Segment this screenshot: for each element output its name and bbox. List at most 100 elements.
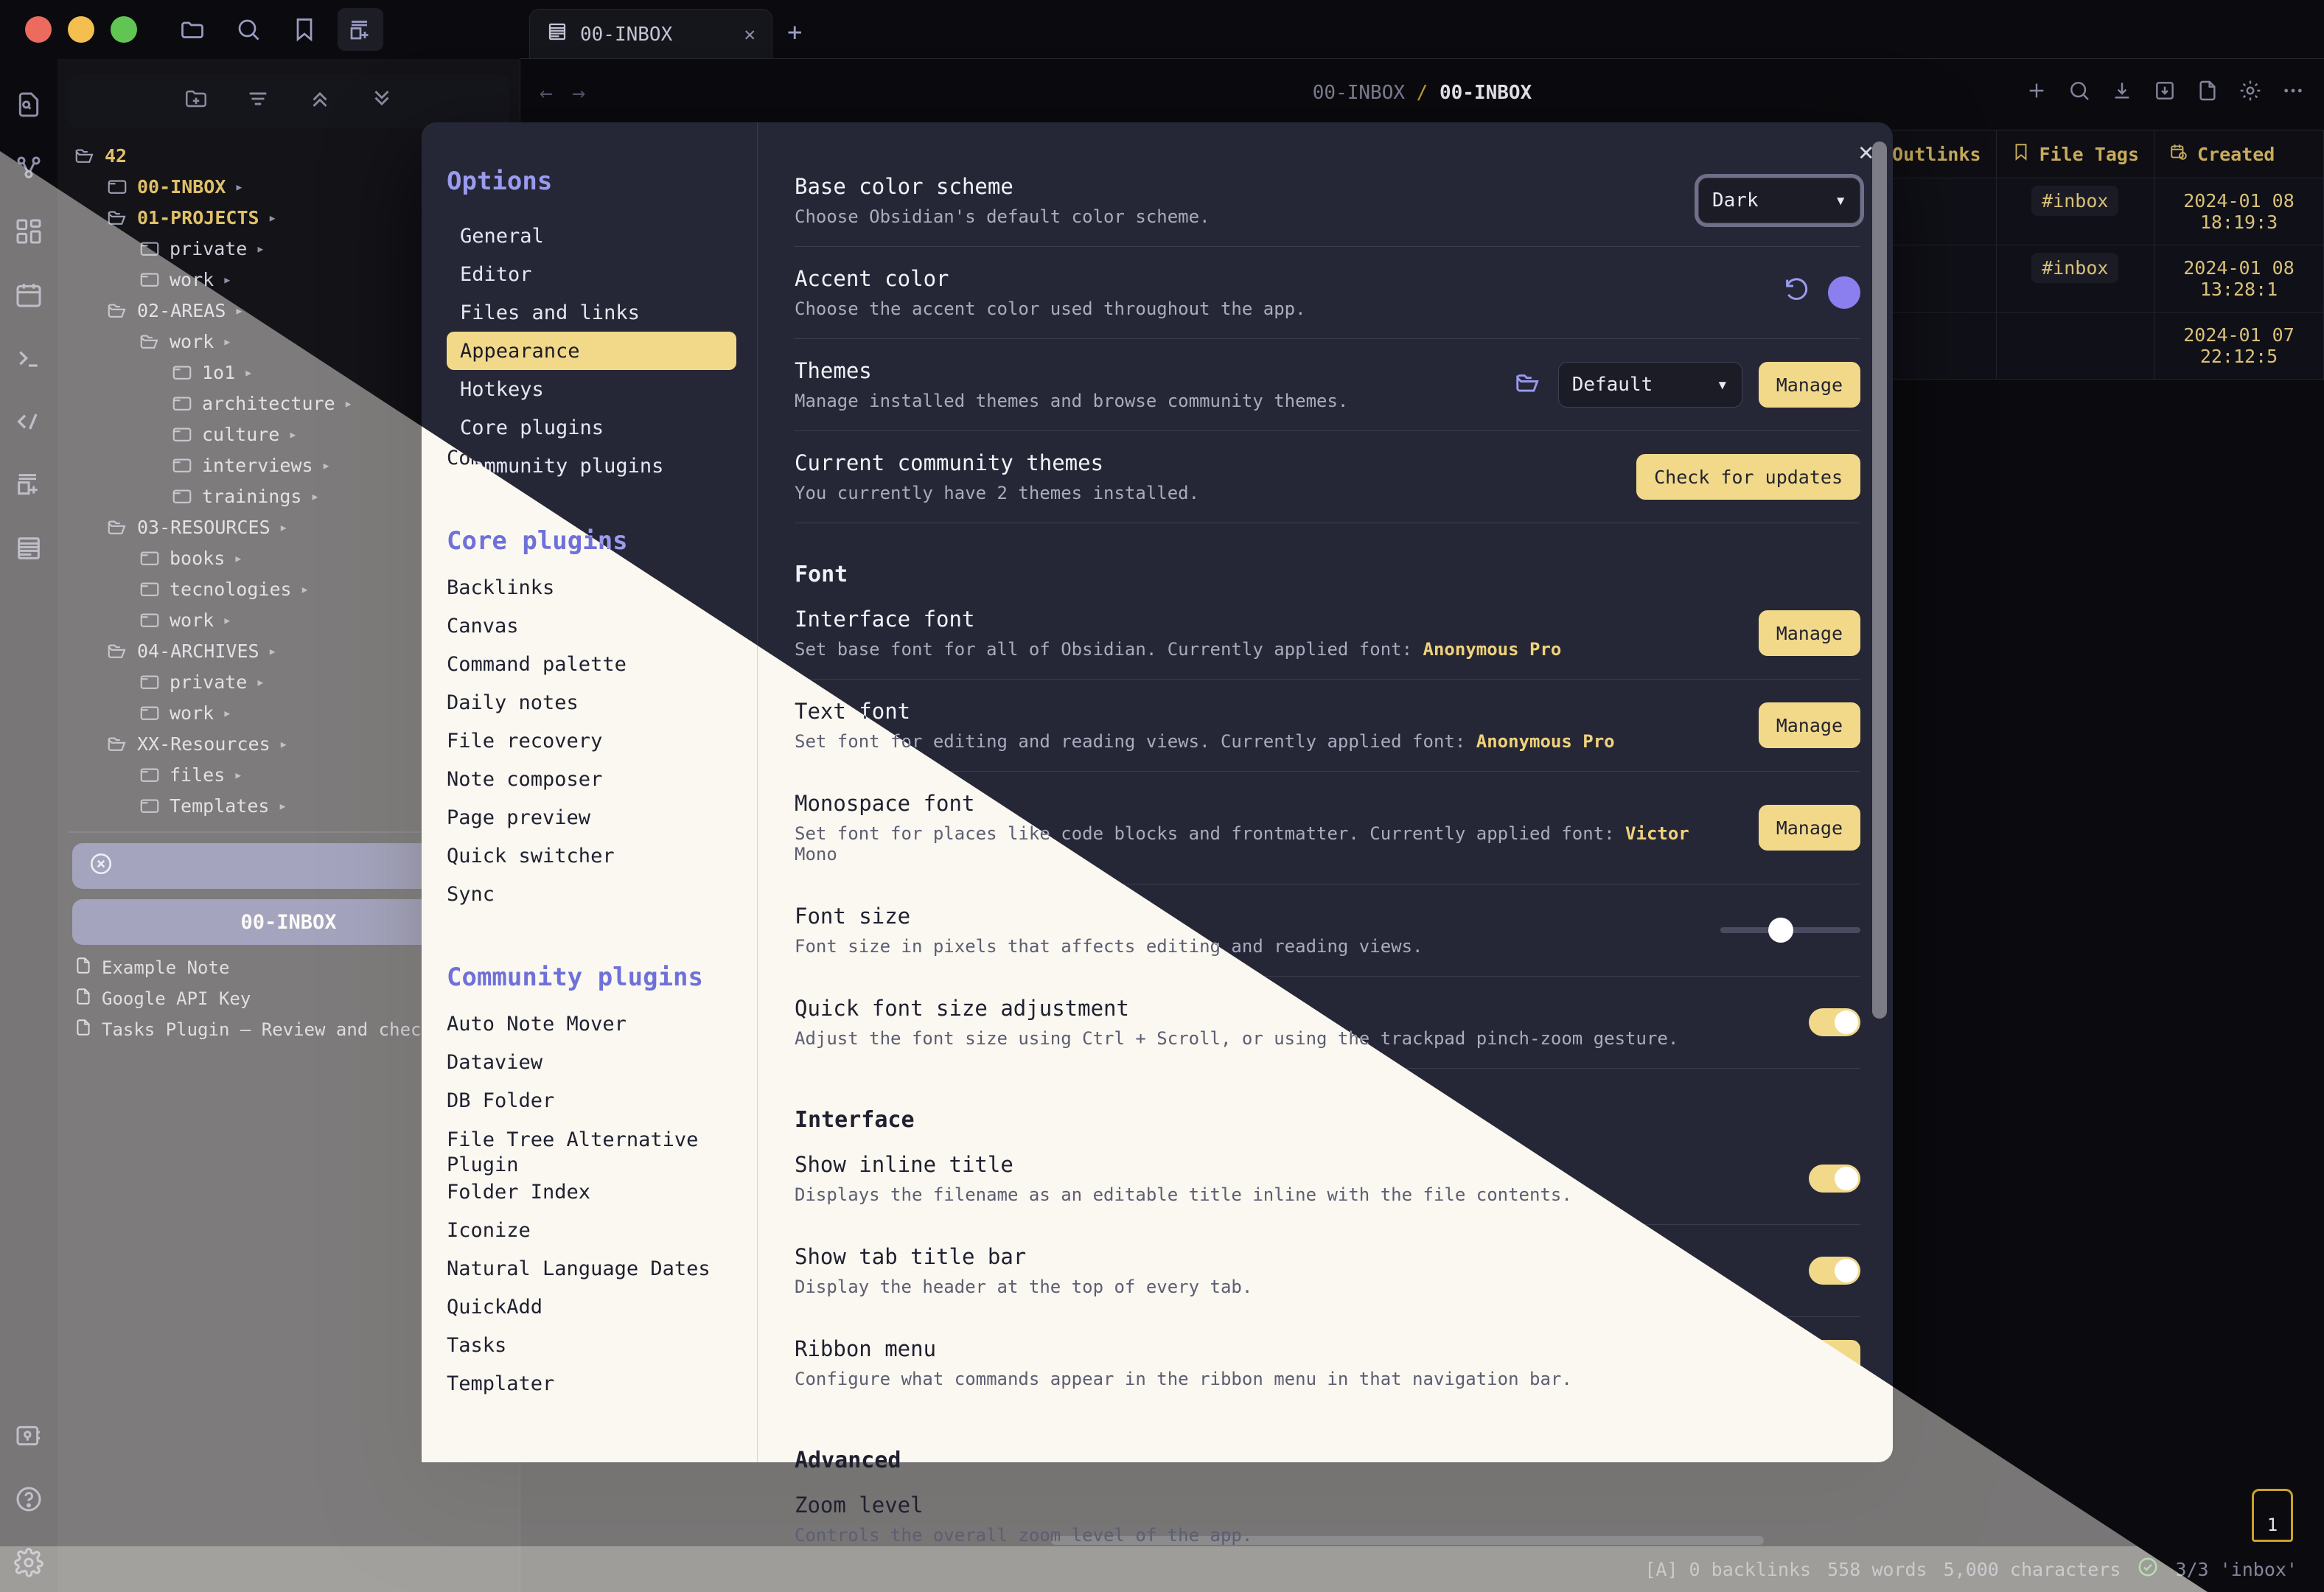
settings-scrollbar[interactable] (1872, 142, 1887, 1019)
clear-icon[interactable] (88, 851, 114, 881)
settings-nav-item-files-and-links[interactable]: Files and links (447, 293, 736, 332)
download-icon[interactable] (2110, 79, 2134, 108)
graph-icon[interactable] (13, 152, 45, 184)
settings-nav-item-hotkeys[interactable]: Hotkeys (447, 370, 736, 408)
font-size-slider[interactable] (1720, 918, 1860, 943)
back-icon[interactable]: ← (540, 80, 553, 106)
chevron-right-icon[interactable]: ▸ (234, 178, 243, 195)
new-note-icon[interactable] (13, 469, 45, 501)
gear-icon[interactable] (2238, 79, 2262, 108)
minimize-window-button[interactable] (68, 16, 94, 43)
manage-monospace-font-button[interactable]: Manage (1758, 805, 1860, 851)
help-icon[interactable] (13, 1483, 45, 1515)
settings-nav-item-templater[interactable]: Templater (447, 1372, 736, 1411)
tab-00-inbox[interactable]: 00-INBOX ✕ (529, 9, 772, 59)
chevron-right-icon[interactable]: ▸ (279, 735, 288, 753)
settings-nav-item-editor[interactable]: Editor (447, 255, 736, 293)
chevron-right-icon[interactable]: ▸ (234, 301, 243, 319)
forward-icon[interactable]: → (572, 80, 585, 106)
chevron-right-icon[interactable]: ▸ (288, 425, 297, 443)
collapse-all-icon[interactable] (307, 86, 332, 116)
chevron-right-icon[interactable]: ▸ (223, 332, 231, 350)
horizontal-scrollbar[interactable] (1051, 1536, 1764, 1545)
bookmark-icon[interactable] (282, 8, 327, 51)
traffic-lights[interactable] (0, 16, 137, 43)
templater-icon[interactable] (13, 405, 45, 438)
base-color-scheme-select[interactable]: Dark ▾ (1698, 178, 1860, 223)
settings-nav-item-tasks[interactable]: Tasks (447, 1334, 736, 1372)
show-tab-title-bar-toggle[interactable] (1809, 1257, 1860, 1285)
search-icon[interactable] (226, 8, 271, 51)
settings-nav-item-command-palette[interactable]: Command palette (447, 653, 736, 691)
settings-nav-item-canvas[interactable]: Canvas (447, 615, 736, 653)
settings-nav-item-daily-notes[interactable]: Daily notes (447, 691, 736, 730)
settings-nav-item-natural-language-dates[interactable]: Natural Language Dates (447, 1254, 736, 1299)
settings-nav-item-general[interactable]: General (447, 217, 736, 255)
settings-nav-item-iconize[interactable]: Iconize (447, 1219, 736, 1257)
chevron-right-icon[interactable]: ▸ (268, 642, 277, 660)
breadcrumb-parent[interactable]: 00-INBOX (1313, 82, 1405, 104)
settings-nav-item-quick-switcher[interactable]: Quick switcher (447, 845, 736, 883)
chevron-right-icon[interactable]: ▸ (234, 549, 242, 567)
chevron-right-icon[interactable]: ▸ (223, 704, 231, 722)
canvas-icon[interactable] (13, 215, 45, 248)
new-folder-icon[interactable] (184, 86, 209, 116)
sort-icon[interactable] (245, 86, 271, 116)
chevron-right-icon[interactable]: ▸ (279, 518, 288, 536)
manage-ribbon-menu-button[interactable]: Manage (1758, 1340, 1860, 1386)
settings-nav-item-sync[interactable]: Sync (447, 883, 736, 921)
settings-nav-item-backlinks[interactable]: Backlinks (447, 576, 736, 615)
chevron-right-icon[interactable]: ▸ (256, 673, 265, 691)
maximize-window-button[interactable] (111, 16, 137, 43)
chevron-right-icon[interactable]: ▸ (322, 456, 331, 474)
table-header-created[interactable]: Created (2154, 130, 2324, 178)
check-for-updates-button[interactable]: Check for updates (1636, 454, 1860, 500)
settings-nav-item-auto-note-mover[interactable]: Auto Note Mover (447, 1013, 736, 1051)
settings-nav-item-quickadd[interactable]: QuickAdd (447, 1296, 736, 1334)
settings-nav-item-core-plugins[interactable]: Core plugins (447, 408, 736, 447)
vault-icon[interactable] (13, 1420, 45, 1452)
manage-themes-button[interactable]: Manage (1758, 362, 1860, 408)
chevron-right-icon[interactable]: ▸ (256, 240, 265, 257)
import-icon[interactable] (2153, 79, 2177, 108)
new-tab-button[interactable]: + (787, 18, 802, 47)
settings-nav-item-dataview[interactable]: Dataview (447, 1051, 736, 1089)
accent-color-swatch[interactable] (1828, 276, 1860, 309)
terminal-icon[interactable] (13, 342, 45, 374)
chevron-right-icon[interactable]: ▸ (301, 580, 310, 598)
theme-select[interactable]: Default ▾ (1557, 362, 1742, 408)
chevron-right-icon[interactable]: ▸ (223, 611, 231, 629)
more-icon[interactable] (2281, 79, 2305, 108)
quick-font-size-toggle[interactable] (1809, 1008, 1860, 1036)
close-window-button[interactable] (25, 16, 52, 43)
lines-icon[interactable] (13, 532, 45, 565)
chevron-right-icon[interactable]: ▸ (310, 487, 319, 505)
calendar-icon[interactable] (13, 279, 45, 311)
reset-icon[interactable] (1782, 275, 1812, 311)
show-inline-title-toggle[interactable] (1809, 1165, 1860, 1193)
chevron-right-icon[interactable]: ▸ (234, 766, 242, 783)
manage-text-font-button[interactable]: Manage (1758, 702, 1860, 748)
open-folder-icon[interactable] (1514, 369, 1542, 402)
plus-icon[interactable] (2025, 79, 2048, 108)
settings-nav-item-file-tree-alternative-plugin[interactable]: File Tree Alternative Plugin (447, 1128, 736, 1181)
settings-nav-item-file-recovery[interactable]: File recovery (447, 730, 736, 768)
settings-nav-item-community-plugins[interactable]: Community plugins (447, 447, 736, 485)
close-icon[interactable]: ✕ (744, 24, 756, 46)
table-header-file-tags[interactable]: File Tags (1995, 130, 2155, 178)
folder-icon[interactable] (170, 8, 215, 51)
settings-nav-item-note-composer[interactable]: Note composer (447, 768, 736, 806)
chevron-right-icon[interactable]: ▸ (268, 209, 277, 226)
settings-nav-item-folder-index[interactable]: Folder Index (447, 1181, 736, 1219)
file-search-icon[interactable] (13, 88, 45, 121)
expand-all-icon[interactable] (369, 86, 394, 116)
chevron-right-icon[interactable]: ▸ (344, 394, 353, 412)
search-icon[interactable] (2067, 79, 2091, 108)
settings-nav-item-appearance[interactable]: Appearance (447, 332, 736, 370)
settings-icon[interactable] (13, 1546, 45, 1579)
new-note-icon[interactable] (338, 8, 383, 51)
settings-nav-item-db-folder[interactable]: DB Folder (447, 1089, 736, 1128)
chevron-right-icon[interactable]: ▸ (223, 270, 231, 288)
chevron-right-icon[interactable]: ▸ (244, 363, 253, 381)
page-icon[interactable] (2196, 79, 2219, 108)
